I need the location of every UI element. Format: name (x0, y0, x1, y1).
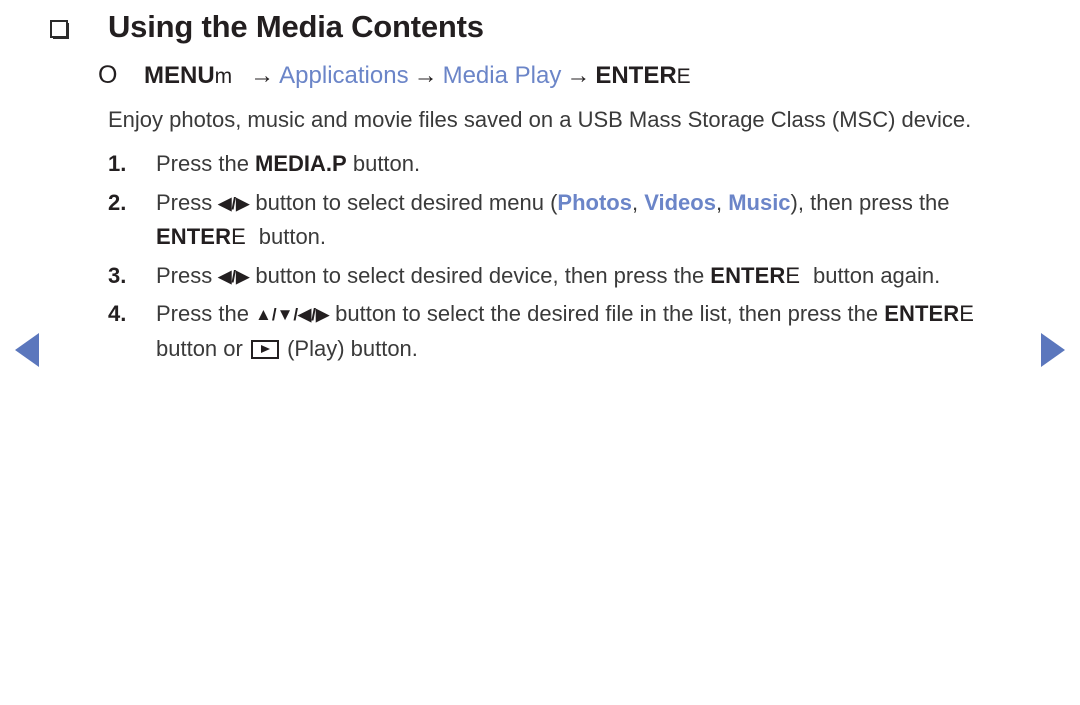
enter-key-symbol: E (231, 224, 246, 250)
enter-key-symbol: E (959, 301, 974, 327)
enter-label: ENTER (884, 301, 960, 327)
page-heading: Using the Media Contents (50, 8, 1035, 47)
step-text: Press the MEDIA.P button. (156, 147, 1035, 182)
step3-pre: Press (156, 262, 219, 288)
enter-label: ENTER (710, 262, 786, 288)
step-number: 2. (108, 189, 127, 215)
enter-key-symbol: E (676, 64, 691, 88)
step-number: 4. (108, 301, 127, 327)
step4-tail2: (Play) button. (280, 335, 418, 361)
enter-label: ENTER (156, 224, 232, 250)
step-number: 3. (108, 262, 127, 288)
step3-mid: button to select desired device, then pr… (249, 262, 711, 288)
circle-o-bullet-icon: O (98, 60, 118, 89)
path-arrow-1: → (250, 61, 275, 89)
prev-page-arrow-icon[interactable] (15, 333, 39, 367)
enter-button-label: ENTERE (884, 301, 974, 326)
step-text: Press ◀/▶ button to select desired devic… (156, 259, 1035, 294)
menu-path-applications[interactable]: Applications (279, 62, 408, 89)
menu-path-media-play[interactable]: Media Play (443, 62, 562, 89)
content-column: Using the Media Contents O MENUm → Applica… (50, 8, 1035, 370)
option-music[interactable]: Music (728, 190, 790, 215)
step4-mid: button to select the desired file in the… (329, 301, 885, 327)
path-arrow-2: → (413, 61, 438, 89)
step-number: 1. (108, 151, 127, 177)
step2-sep2: , (715, 189, 729, 215)
step2-mid: button to select desired menu ( (249, 189, 558, 215)
step3-tail: button again. (813, 262, 941, 288)
step4-pre: Press the (156, 301, 256, 327)
enter-button-label: ENTERE (710, 263, 800, 288)
step1-post: button. (346, 151, 421, 177)
next-page-arrow-icon[interactable] (1041, 333, 1065, 367)
menu-label: MENU (144, 61, 215, 89)
left-right-direction-keys-icon: ◀/▶ (218, 193, 250, 213)
four-direction-keys-icon: ▲/▼/◀/▶ (255, 305, 330, 325)
step2-sep1: , (631, 189, 645, 215)
step-text: Press the ▲/▼/◀/▶ button to select the d… (156, 297, 1035, 366)
menu-key-symbol: m (214, 64, 233, 88)
left-right-direction-keys-icon: ◀/▶ (218, 266, 250, 286)
step2-tail: button. (258, 224, 327, 250)
menu-path: MENUm → Applications → Media Play → ENTERE (144, 60, 691, 91)
menu-path-row: O MENUm → Applications → Media Play → ENTERE (50, 60, 1035, 91)
enter-key-symbol: E (785, 262, 801, 288)
enter-button-label: ENTERE (156, 224, 246, 249)
step2-pre: Press (156, 189, 219, 215)
option-videos[interactable]: Videos (644, 190, 716, 215)
step4-tail: button or (156, 335, 249, 361)
step-text: Press ◀/▶ button to select desired menu … (156, 186, 1035, 255)
option-photos[interactable]: Photos (557, 190, 632, 215)
list-item: 3. Press ◀/▶ button to select desired de… (108, 259, 1035, 294)
enter-label: ENTER (595, 61, 677, 89)
intro-paragraph: Enjoy photos, music and movie files save… (108, 106, 972, 132)
steps-list: 1. Press the MEDIA.P button. 2. Press ◀/… (50, 147, 1035, 366)
step2-post: ), then press the (790, 189, 950, 215)
list-item: 2. Press ◀/▶ button to select desired me… (108, 186, 1035, 255)
media-p-button-label: MEDIA.P (255, 151, 347, 177)
page-root: Using the Media Contents O MENUm → Applica… (0, 0, 1080, 705)
page-title: Using the Media Contents (108, 9, 484, 44)
list-item: 4. Press the ▲/▼/◀/▶ button to select th… (108, 297, 1035, 366)
path-arrow-3: → (566, 61, 591, 89)
list-item: 1. Press the MEDIA.P button. (108, 147, 1035, 182)
square-3d-bullet-icon (50, 20, 70, 40)
step1-pre: Press the (156, 151, 256, 177)
play-button-icon (250, 339, 279, 359)
